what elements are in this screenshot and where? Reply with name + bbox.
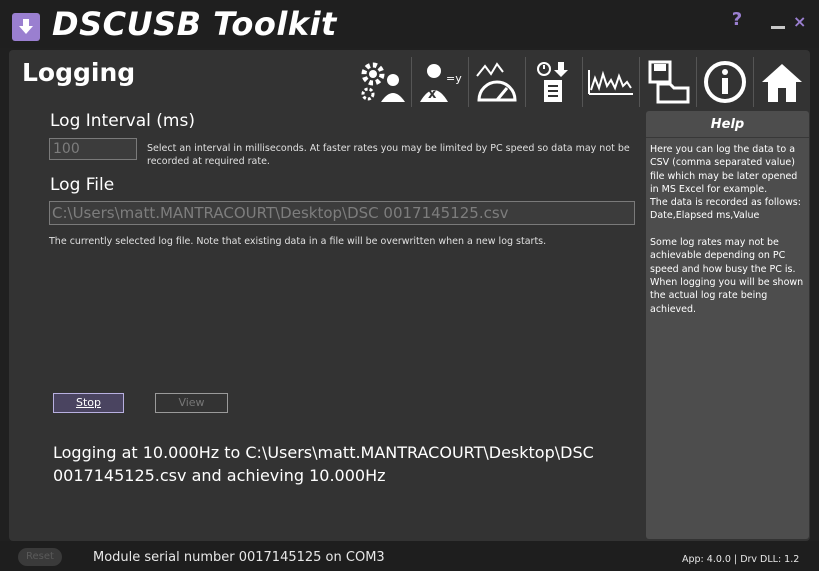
home-icon [762,64,802,102]
settings-user-icon [361,62,405,102]
serial-status: Module serial number 0017145125 on COM3 [93,550,385,565]
stop-button[interactable]: Stop [53,393,124,413]
info-button[interactable] [697,57,754,107]
home-button[interactable] [754,57,810,107]
help-title: Help [710,117,745,132]
gauge-button[interactable] [469,57,526,107]
minimize-button[interactable] [771,26,785,29]
toolbar: x =y [355,56,810,108]
app-logo-icon [12,13,40,41]
save-folder-button[interactable] [640,57,697,107]
svg-text:x: x [428,87,437,102]
log-interval-input[interactable] [49,138,137,160]
view-button[interactable]: View [155,393,228,413]
log-file-input[interactable] [49,201,635,225]
help-panel: Help Here you can log the data to a CSV … [646,111,809,539]
page-title: Logging [22,58,136,87]
close-button[interactable]: × [793,12,806,31]
timer-log-button[interactable] [526,57,583,107]
math-user-icon: x =y [420,64,462,102]
settings-user-button[interactable] [355,57,412,107]
title-bar: DSCUSB Toolkit ? × [0,0,819,48]
help-divider [646,137,809,138]
help-button[interactable]: ? [728,10,746,30]
log-file-description: The currently selected log file. Note th… [49,236,547,247]
chart-icon [588,70,633,95]
gauge-icon [476,62,517,102]
math-user-button[interactable]: x =y [412,57,469,107]
logging-status: Logging at 10.000Hz to C:\Users\matt.MAN… [53,443,594,485]
svg-text:=y: =y [446,72,462,85]
app-title: DSCUSB Toolkit [52,5,337,43]
log-file-label: Log File [50,175,115,195]
save-folder-icon [648,60,690,104]
timer-log-icon [537,62,568,102]
info-icon [704,61,746,103]
app-window: DSCUSB Toolkit ? × Logging x =y Log Inte… [0,0,819,571]
log-interval-description: Select an interval in milliseconds. At f… [147,143,630,167]
help-text: Here you can log the data to a CSV (comm… [650,144,804,315]
chart-button[interactable] [583,57,640,107]
version-info: App: 4.0.0 | Drv DLL: 1.2 [682,554,800,565]
log-interval-label: Log Interval (ms) [50,111,195,131]
reset-button[interactable]: Reset [18,548,62,566]
